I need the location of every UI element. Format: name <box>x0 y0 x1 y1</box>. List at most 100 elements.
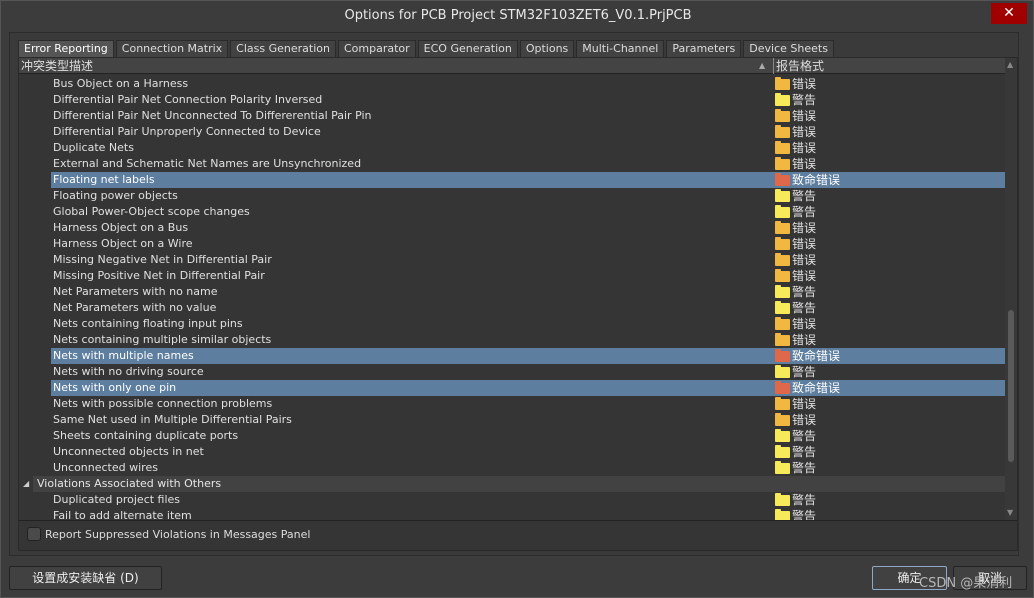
report-mode-value[interactable]: 警告 <box>775 188 816 204</box>
scroll-down-icon[interactable]: ▼ <box>1007 508 1013 517</box>
report-mode-value[interactable]: 错误 <box>775 140 816 156</box>
divider <box>19 520 1017 521</box>
report-mode-value[interactable]: 错误 <box>775 108 816 124</box>
report-mode-value[interactable]: 错误 <box>775 236 816 252</box>
tab-comparator[interactable]: Comparator <box>337 40 416 57</box>
report-mode-text: 警告 <box>792 365 817 379</box>
report-mode-value[interactable]: 警告 <box>775 364 816 380</box>
list-item[interactable]: Floating power objects 警告 <box>51 188 1005 204</box>
tab-options[interactable]: Options <box>519 40 575 57</box>
report-mode-value[interactable]: 错误 <box>775 252 816 268</box>
folder-icon <box>775 348 790 362</box>
list-item[interactable]: Missing Negative Net in Differential Pai… <box>51 252 1005 268</box>
list-item[interactable]: Nets containing multiple similar objects… <box>51 332 1005 348</box>
tab-connection-matrix[interactable]: Connection Matrix <box>115 40 229 57</box>
folder-icon <box>775 412 790 426</box>
close-button[interactable]: ✕ <box>991 3 1027 24</box>
column-header-description[interactable]: 冲突类型描述 <box>21 58 93 74</box>
report-mode-value[interactable]: 警告 <box>775 92 816 108</box>
list-item[interactable]: Differential Pair Net Unconnected To Dif… <box>51 108 1005 124</box>
report-mode-value[interactable]: 错误 <box>775 412 816 428</box>
violation-label: Nets with no driving source <box>53 365 204 378</box>
report-mode-value[interactable]: 错误 <box>775 220 816 236</box>
report-suppressed-checkbox[interactable] <box>27 527 41 541</box>
list-item[interactable]: Nets with possible connection problems 错误 <box>51 396 1005 412</box>
report-mode-text: 警告 <box>792 285 817 299</box>
report-mode-value[interactable]: 警告 <box>775 492 816 508</box>
list-item[interactable]: Harness Object on a Wire 错误 <box>51 236 1005 252</box>
report-mode-text: 警告 <box>792 509 817 520</box>
report-mode-value[interactable]: 错误 <box>775 156 816 172</box>
folder-icon <box>775 76 790 90</box>
report-mode-value[interactable]: 警告 <box>775 300 816 316</box>
report-mode-text: 错误 <box>792 253 817 267</box>
list-item[interactable]: Global Power-Object scope changes 警告 <box>51 204 1005 220</box>
list-item[interactable]: Nets with only one pin 致命错误 <box>51 380 1005 396</box>
folder-icon <box>775 300 790 314</box>
list-item[interactable]: Sheets containing duplicate ports 警告 <box>51 428 1005 444</box>
report-mode-value[interactable]: 警告 <box>775 508 816 520</box>
report-mode-value[interactable]: 错误 <box>775 396 816 412</box>
report-mode-value[interactable]: 错误 <box>775 268 816 284</box>
options-dialog: Options for PCB Project STM32F103ZET6_V0… <box>0 0 1034 598</box>
list-item[interactable]: External and Schematic Net Names are Uns… <box>51 156 1005 172</box>
violation-label: Duplicated project files <box>53 493 181 506</box>
collapse-triangle-icon[interactable]: ◢ <box>23 476 29 492</box>
report-mode-value[interactable]: 错误 <box>775 332 816 348</box>
tab-device-sheets[interactable]: Device Sheets <box>743 40 834 57</box>
list-item[interactable]: Harness Object on a Bus 错误 <box>51 220 1005 236</box>
list-item[interactable]: Nets with multiple names 致命错误 <box>51 348 1005 364</box>
folder-icon <box>775 364 790 378</box>
list-item[interactable]: Net Parameters with no value 警告 <box>51 300 1005 316</box>
list-item[interactable]: Differential Pair Unproperly Connected t… <box>51 124 1005 140</box>
report-mode-value[interactable]: 致命错误 <box>775 172 840 188</box>
tab-class-generation[interactable]: Class Generation <box>230 40 336 57</box>
list-item[interactable]: Bus Object on a Harness 错误 <box>51 76 1005 92</box>
list-item[interactable]: Nets containing floating input pins 错误 <box>51 316 1005 332</box>
violation-label: Harness Object on a Wire <box>53 237 193 250</box>
list-item[interactable]: Unconnected wires 警告 <box>51 460 1005 476</box>
list-item[interactable]: Fail to add alternate item 警告 <box>51 508 1005 520</box>
report-mode-text: 警告 <box>792 205 817 219</box>
group-violations-associated-with-others[interactable]: ◢ Violations Associated with Others <box>23 476 1005 492</box>
scroll-up-icon[interactable]: ▲ <box>1007 60 1013 69</box>
column-header-report-mode[interactable]: 报告格式 <box>773 58 824 74</box>
set-installation-defaults-button[interactable]: 设置成安装缺省 (D) <box>9 566 162 590</box>
report-mode-text: 错误 <box>792 269 817 283</box>
list-header: 冲突类型描述 ▲ 报告格式 <box>19 58 1005 74</box>
report-mode-value[interactable]: 警告 <box>775 204 816 220</box>
list-item[interactable]: Floating net labels 致命错误 <box>51 172 1005 188</box>
list-item[interactable]: Differential Pair Net Connection Polarit… <box>51 92 1005 108</box>
report-suppressed-label[interactable]: Report Suppressed Violations in Messages… <box>45 527 310 542</box>
vertical-scrollbar[interactable]: ▲ ▼ <box>1005 58 1017 520</box>
folder-icon <box>775 332 790 346</box>
list-item[interactable]: Net Parameters with no name 警告 <box>51 284 1005 300</box>
report-mode-text: 警告 <box>792 93 817 107</box>
folder-icon <box>775 140 790 154</box>
list-item[interactable]: Duplicate Nets 错误 <box>51 140 1005 156</box>
violation-label: Net Parameters with no name <box>53 285 218 298</box>
report-mode-value[interactable]: 警告 <box>775 428 816 444</box>
scrollbar-thumb[interactable] <box>1008 310 1014 462</box>
report-mode-value[interactable]: 致命错误 <box>775 348 840 364</box>
report-mode-value[interactable]: 错误 <box>775 124 816 140</box>
report-mode-value[interactable]: 警告 <box>775 444 816 460</box>
list-item[interactable]: Same Net used in Multiple Differential P… <box>51 412 1005 428</box>
folder-icon <box>775 284 790 298</box>
tab-parameters[interactable]: Parameters <box>666 40 742 57</box>
list-item[interactable]: Unconnected objects in net 警告 <box>51 444 1005 460</box>
report-mode-value[interactable]: 致命错误 <box>775 380 840 396</box>
violation-label: Bus Object on a Harness <box>53 77 189 90</box>
list-item[interactable]: Missing Positive Net in Differential Pai… <box>51 268 1005 284</box>
watermark: CSDN @果消利 <box>919 576 1013 591</box>
tab-error-reporting[interactable]: Error Reporting <box>18 40 114 57</box>
report-mode-value[interactable]: 警告 <box>775 284 816 300</box>
report-mode-value[interactable]: 错误 <box>775 316 816 332</box>
report-mode-value[interactable]: 警告 <box>775 460 816 476</box>
tab-multi-channel[interactable]: Multi-Channel <box>576 40 665 57</box>
tab-eco-generation[interactable]: ECO Generation <box>417 40 518 57</box>
report-mode-value[interactable]: 错误 <box>775 76 816 92</box>
violation-label: Duplicate Nets <box>53 141 134 154</box>
list-item[interactable]: Duplicated project files 警告 <box>51 492 1005 508</box>
list-item[interactable]: Nets with no driving source 警告 <box>51 364 1005 380</box>
